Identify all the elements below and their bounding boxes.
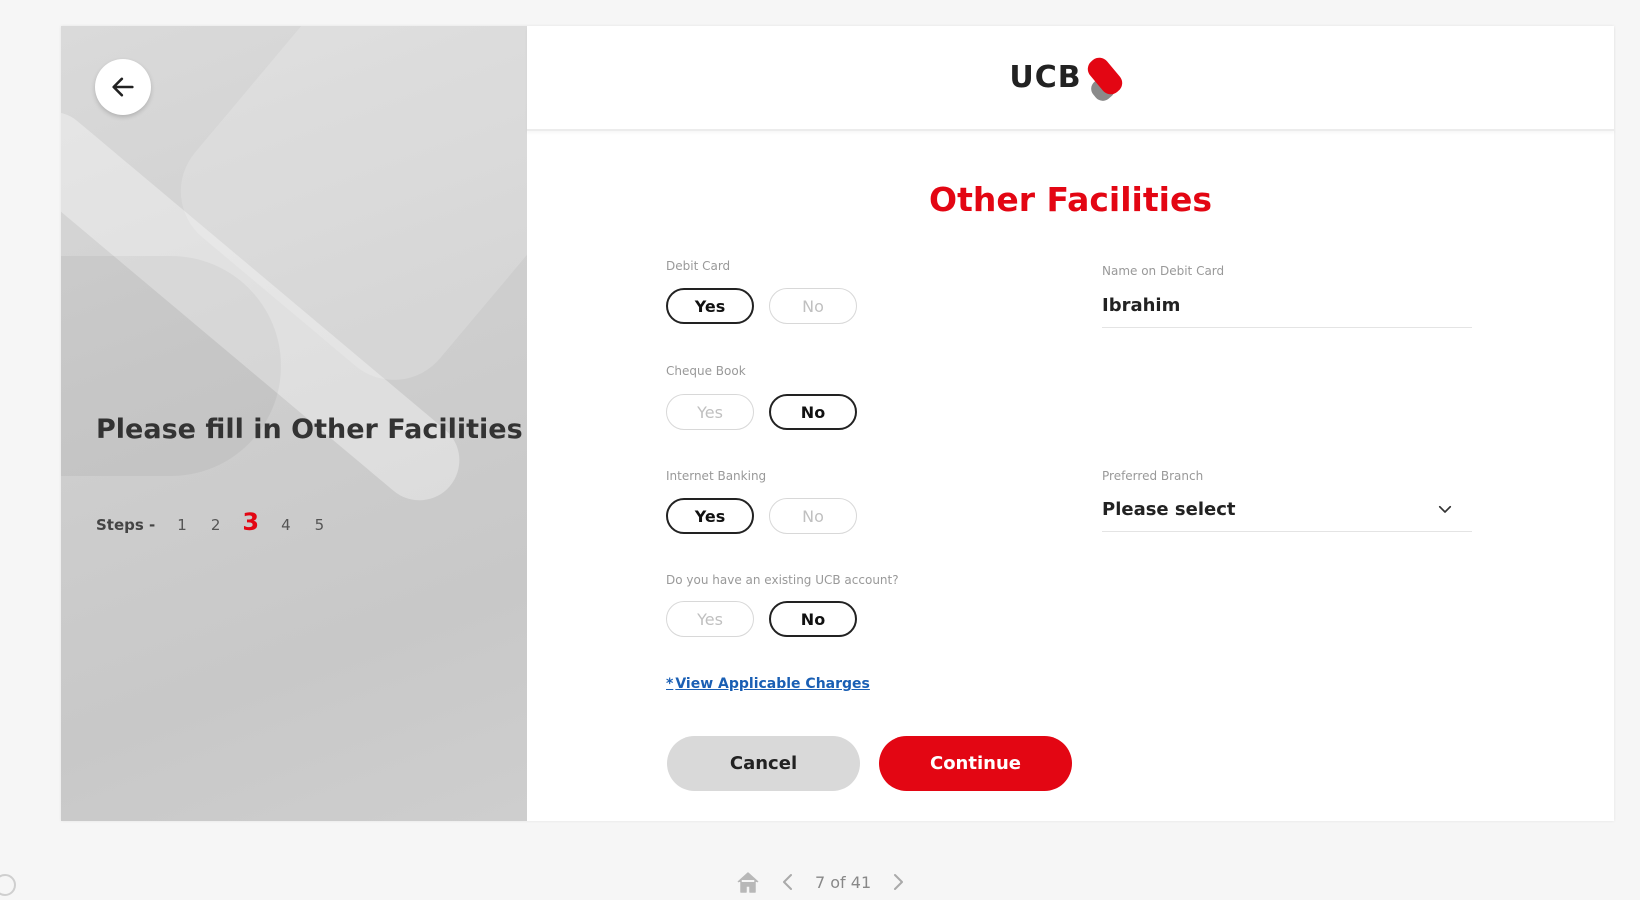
view-charges-link[interactable]: * View Applicable Charges xyxy=(666,676,870,692)
logo-text: UCB xyxy=(1009,60,1082,95)
ucb-logo-mark-icon xyxy=(1087,57,1122,101)
left-panel: Please fill in Other Facilities Steps - … xyxy=(61,26,527,821)
form-title: Other Facilities xyxy=(929,180,1212,219)
internet-banking-label: Internet Banking xyxy=(666,469,767,483)
preferred-branch-label: Preferred Branch xyxy=(1102,469,1204,483)
view-charges-link-text: View Applicable Charges xyxy=(675,676,870,692)
name-on-debit-card-field[interactable]: Ibrahim xyxy=(1102,283,1472,328)
preferred-branch-value: Please select xyxy=(1102,498,1236,520)
debit-card-label: Debit Card xyxy=(666,259,731,273)
debit-card-yes-button[interactable]: Yes xyxy=(666,288,754,324)
chevron-left-icon[interactable] xyxy=(781,872,795,892)
existing-account-yes-button[interactable]: Yes xyxy=(666,601,754,637)
continue-button[interactable]: Continue xyxy=(879,736,1072,791)
home-icon[interactable] xyxy=(735,870,761,894)
chevron-down-icon xyxy=(1438,505,1452,513)
step-4[interactable]: 4 xyxy=(281,516,291,534)
existing-account-label: Do you have an existing UCB account? xyxy=(666,573,899,587)
debit-card-no-button[interactable]: No xyxy=(769,288,857,324)
form-panel: UCB Other Facilities Debit Card Yes No N… xyxy=(527,26,1614,821)
page-indicator: 7 of 41 xyxy=(815,872,872,892)
app-frame: Please fill in Other Facilities Steps - … xyxy=(61,26,1614,821)
arrow-left-icon xyxy=(112,77,134,97)
ucb-logo: UCB xyxy=(1009,52,1131,104)
steps-label: Steps - xyxy=(96,516,156,534)
internet-banking-no-button[interactable]: No xyxy=(769,498,857,534)
step-5[interactable]: 5 xyxy=(315,516,325,534)
name-on-debit-card-label: Name on Debit Card xyxy=(1102,264,1225,278)
cheque-book-label: Cheque Book xyxy=(666,364,746,378)
preferred-branch-select[interactable]: Please select xyxy=(1102,487,1472,532)
page-navigation: 7 of 41 xyxy=(735,870,905,894)
step-1[interactable]: 1 xyxy=(177,516,187,534)
existing-account-no-button[interactable]: No xyxy=(769,601,857,637)
cheque-book-yes-button[interactable]: Yes xyxy=(666,394,754,430)
corner-icon xyxy=(0,874,16,896)
step-3-active[interactable]: 3 xyxy=(242,508,259,536)
step-2[interactable]: 2 xyxy=(211,516,221,534)
back-button[interactable] xyxy=(95,59,151,115)
cheque-book-no-button[interactable]: No xyxy=(769,394,857,430)
chevron-right-icon[interactable] xyxy=(891,872,905,892)
name-on-debit-card-value: Ibrahim xyxy=(1102,294,1181,316)
cancel-button[interactable]: Cancel xyxy=(667,736,860,791)
header: UCB xyxy=(527,26,1614,131)
internet-banking-yes-button[interactable]: Yes xyxy=(666,498,754,534)
panel-title: Please fill in Other Facilities xyxy=(96,414,523,445)
steps-indicator: Steps - 1 2 3 4 5 xyxy=(96,508,336,536)
